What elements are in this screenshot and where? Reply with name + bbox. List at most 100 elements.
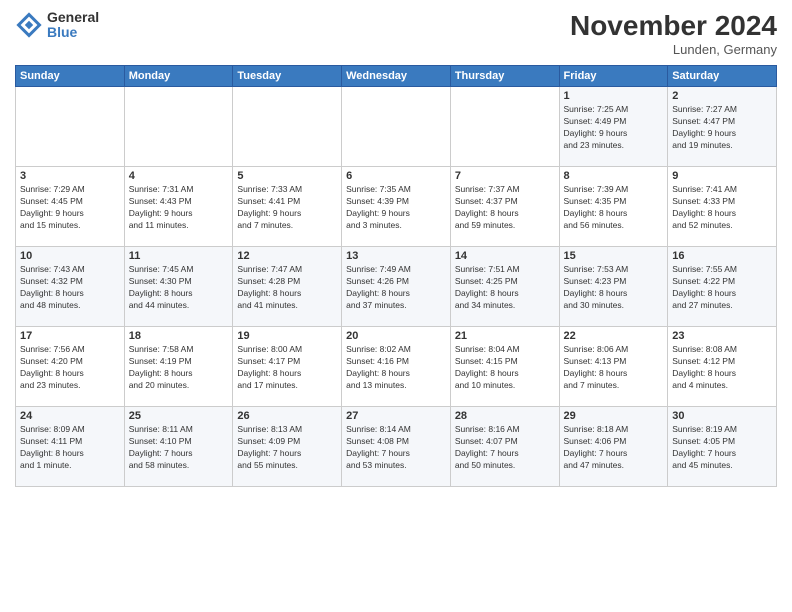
day-info: Sunrise: 7:56 AM Sunset: 4:20 PM Dayligh…: [20, 344, 120, 392]
table-row: [16, 87, 125, 167]
day-number: 2: [672, 90, 772, 102]
table-row: [124, 87, 233, 167]
day-number: 1: [564, 90, 664, 102]
table-row: 11Sunrise: 7:45 AM Sunset: 4:30 PM Dayli…: [124, 247, 233, 327]
table-row: 4 Sunrise: 7:31 AM Sunset: 4:43 PM Daylig…: [124, 167, 233, 247]
day-info: Sunrise: 7:31 AM Sunset: 4:43 PM Dayligh…: [129, 184, 229, 232]
day-number: 8: [564, 170, 664, 182]
day-info: Sunrise: 7:41 AM Sunset: 4:33 PM Dayligh…: [672, 184, 772, 232]
table-row: 16 Sunrise: 7:55 AM Sunset: 4:22 PM Dayli…: [668, 247, 777, 327]
day-number: 10: [20, 250, 120, 262]
day-info: Sunrise: 7:49 AM Sunset: 4:26 PM Dayligh…: [346, 264, 446, 312]
table-row: 26 Sunrise: 8:13 AM Sunset: 4:09 PM Dayli…: [233, 407, 342, 487]
logo-text: General Blue: [47, 10, 99, 41]
table-row: 25Sunrise: 8:11 AM Sunset: 4:10 PM Dayli…: [124, 407, 233, 487]
table-row: 5 Sunrise: 7:33 AM Sunset: 4:41 PM Daylig…: [233, 167, 342, 247]
day-info: Sunrise: 7:55 AM Sunset: 4:22 PM Dayligh…: [672, 264, 772, 312]
table-row: 1 Sunrise: 7:25 AM Sunset: 4:49 PM Daylig…: [559, 87, 668, 167]
day-number: 21: [455, 330, 555, 342]
table-row: 10 Sunrise: 7:43 AM Sunset: 4:32 PM Dayli…: [16, 247, 125, 327]
day-info: Sunrise: 8:08 AM Sunset: 4:12 PM Dayligh…: [672, 344, 772, 392]
logo-line1: General: [47, 10, 99, 25]
day-info: Sunrise: 8:19 AM Sunset: 4:05 PM Dayligh…: [672, 424, 772, 472]
day-number: 6: [346, 170, 446, 182]
table-row: 19 Sunrise: 8:00 AM Sunset: 4:17 PM Dayli…: [233, 327, 342, 407]
table-row: 17 Sunrise: 7:56 AM Sunset: 4:20 PM Dayli…: [16, 327, 125, 407]
day-number: 30: [672, 410, 772, 422]
calendar-week-0: 1 Sunrise: 7:25 AM Sunset: 4:49 PM Daylig…: [16, 87, 777, 167]
day-number: 7: [455, 170, 555, 182]
col-tuesday: Tuesday: [233, 66, 342, 87]
calendar-week-2: 10 Sunrise: 7:43 AM Sunset: 4:32 PM Dayli…: [16, 247, 777, 327]
table-row: 18 Sunrise: 7:58 AM Sunset: 4:19 PM Dayli…: [124, 327, 233, 407]
title-block: November 2024 Lunden, Germany: [570, 10, 777, 57]
day-info: Sunrise: 7:43 AM Sunset: 4:32 PM Dayligh…: [20, 264, 120, 312]
table-row: 24 Sunrise: 8:09 AM Sunset: 4:11 PM Dayli…: [16, 407, 125, 487]
logo: General Blue: [15, 10, 99, 41]
day-info: Sunrise: 7:39 AM Sunset: 4:35 PM Dayligh…: [564, 184, 664, 232]
day-number: 26: [237, 410, 337, 422]
calendar-week-4: 24 Sunrise: 8:09 AM Sunset: 4:11 PM Dayli…: [16, 407, 777, 487]
day-info: Sunrise: 8:04 AM Sunset: 4:15 PM Dayligh…: [455, 344, 555, 392]
day-info: Sunrise: 8:02 AM Sunset: 4:16 PM Dayligh…: [346, 344, 446, 392]
day-number: 27: [346, 410, 446, 422]
table-row: 7 Sunrise: 7:37 AM Sunset: 4:37 PM Daylig…: [450, 167, 559, 247]
col-monday: Monday: [124, 66, 233, 87]
calendar-header-row: Sunday Monday Tuesday Wednesday Thursday…: [16, 66, 777, 87]
day-number: 19: [237, 330, 337, 342]
day-info: Sunrise: 7:35 AM Sunset: 4:39 PM Dayligh…: [346, 184, 446, 232]
table-row: [450, 87, 559, 167]
day-info: Sunrise: 8:13 AM Sunset: 4:09 PM Dayligh…: [237, 424, 337, 472]
table-row: 30 Sunrise: 8:19 AM Sunset: 4:05 PM Dayli…: [668, 407, 777, 487]
location: Lunden, Germany: [570, 42, 777, 57]
day-info: Sunrise: 7:37 AM Sunset: 4:37 PM Dayligh…: [455, 184, 555, 232]
day-number: 14: [455, 250, 555, 262]
day-number: 18: [129, 330, 229, 342]
day-info: Sunrise: 7:58 AM Sunset: 4:19 PM Dayligh…: [129, 344, 229, 392]
day-number: 29: [564, 410, 664, 422]
table-row: [342, 87, 451, 167]
logo-icon: [15, 11, 43, 39]
day-number: 4: [129, 170, 229, 182]
day-info: Sunrise: 7:25 AM Sunset: 4:49 PM Dayligh…: [564, 104, 664, 152]
table-row: 22Sunrise: 8:06 AM Sunset: 4:13 PM Dayli…: [559, 327, 668, 407]
day-number: 16: [672, 250, 772, 262]
col-sunday: Sunday: [16, 66, 125, 87]
day-number: 9: [672, 170, 772, 182]
month-title: November 2024: [570, 10, 777, 42]
table-row: 12 Sunrise: 7:47 AM Sunset: 4:28 PM Dayli…: [233, 247, 342, 327]
day-info: Sunrise: 8:14 AM Sunset: 4:08 PM Dayligh…: [346, 424, 446, 472]
day-number: 5: [237, 170, 337, 182]
calendar-week-3: 17 Sunrise: 7:56 AM Sunset: 4:20 PM Dayli…: [16, 327, 777, 407]
col-saturday: Saturday: [668, 66, 777, 87]
day-info: Sunrise: 7:27 AM Sunset: 4:47 PM Dayligh…: [672, 104, 772, 152]
col-wednesday: Wednesday: [342, 66, 451, 87]
day-number: 11: [129, 250, 229, 262]
table-row: 29 Sunrise: 8:18 AM Sunset: 4:06 PM Dayli…: [559, 407, 668, 487]
table-row: 9 Sunrise: 7:41 AM Sunset: 4:33 PM Daylig…: [668, 167, 777, 247]
day-number: 22: [564, 330, 664, 342]
day-info: Sunrise: 8:09 AM Sunset: 4:11 PM Dayligh…: [20, 424, 120, 472]
day-number: 17: [20, 330, 120, 342]
day-info: Sunrise: 7:33 AM Sunset: 4:41 PM Dayligh…: [237, 184, 337, 232]
day-number: 24: [20, 410, 120, 422]
calendar-table: Sunday Monday Tuesday Wednesday Thursday…: [15, 65, 777, 487]
day-number: 23: [672, 330, 772, 342]
table-row: 6 Sunrise: 7:35 AM Sunset: 4:39 PM Daylig…: [342, 167, 451, 247]
day-number: 15: [564, 250, 664, 262]
table-row: 28Sunrise: 8:16 AM Sunset: 4:07 PM Dayli…: [450, 407, 559, 487]
day-info: Sunrise: 8:00 AM Sunset: 4:17 PM Dayligh…: [237, 344, 337, 392]
day-info: Sunrise: 7:51 AM Sunset: 4:25 PM Dayligh…: [455, 264, 555, 312]
day-number: 28: [455, 410, 555, 422]
calendar-week-1: 3Sunrise: 7:29 AM Sunset: 4:45 PM Daylig…: [16, 167, 777, 247]
day-number: 13: [346, 250, 446, 262]
day-info: Sunrise: 7:53 AM Sunset: 4:23 PM Dayligh…: [564, 264, 664, 312]
page: General Blue November 2024 Lunden, Germa…: [0, 0, 792, 612]
day-info: Sunrise: 7:47 AM Sunset: 4:28 PM Dayligh…: [237, 264, 337, 312]
col-thursday: Thursday: [450, 66, 559, 87]
day-number: 12: [237, 250, 337, 262]
table-row: 20Sunrise: 8:02 AM Sunset: 4:16 PM Dayli…: [342, 327, 451, 407]
table-row: 2 Sunrise: 7:27 AM Sunset: 4:47 PM Daylig…: [668, 87, 777, 167]
day-info: Sunrise: 8:18 AM Sunset: 4:06 PM Dayligh…: [564, 424, 664, 472]
table-row: 27 Sunrise: 8:14 AM Sunset: 4:08 PM Dayli…: [342, 407, 451, 487]
